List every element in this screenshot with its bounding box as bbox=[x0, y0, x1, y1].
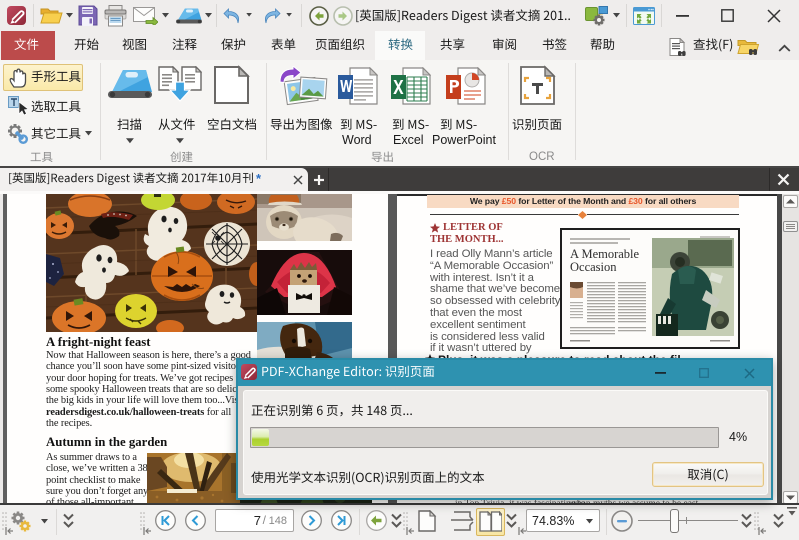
svg-text:A Memorable: A Memorable bbox=[570, 247, 640, 261]
svg-text:Occasion: Occasion bbox=[570, 260, 617, 274]
